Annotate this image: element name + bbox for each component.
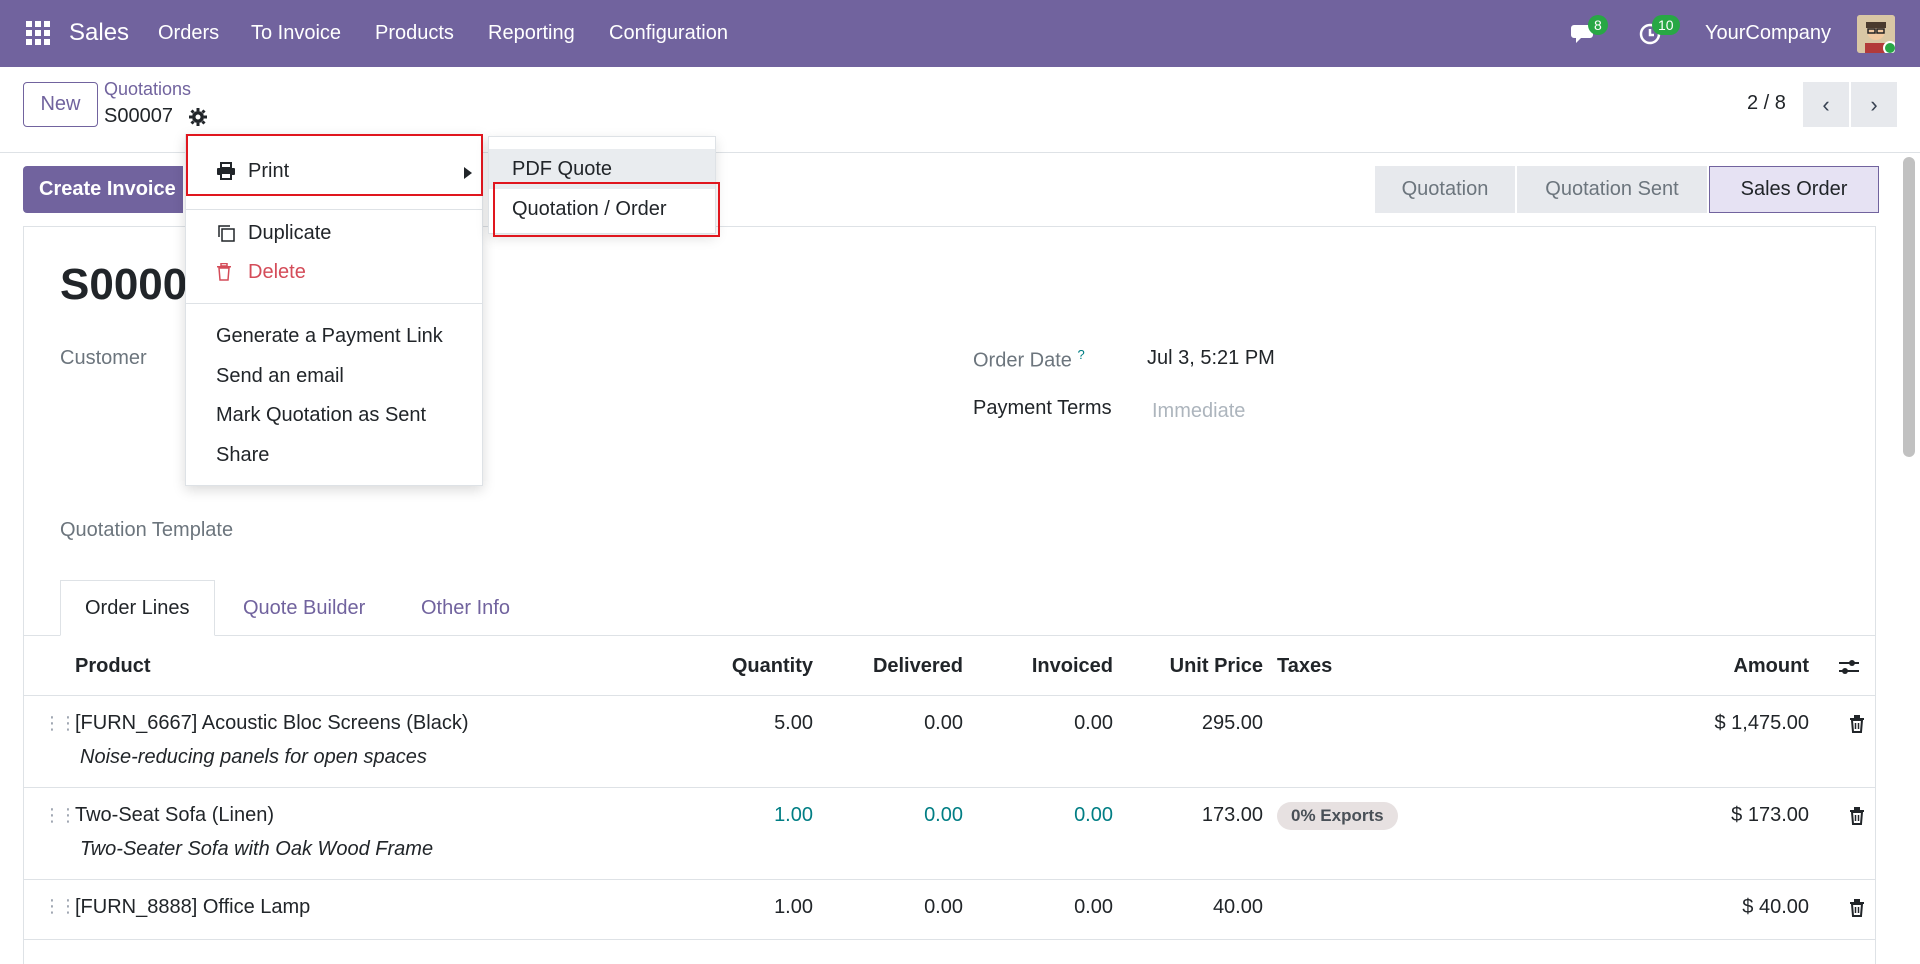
online-status-dot xyxy=(1883,41,1895,53)
tab-quote-builder[interactable]: Quote Builder xyxy=(219,580,389,636)
menu-item-send-email[interactable]: Send an email xyxy=(186,357,482,395)
copy-icon xyxy=(216,223,238,243)
customer-label: Customer xyxy=(60,347,147,369)
apps-grid-icon[interactable] xyxy=(26,21,50,45)
menu-item-duplicate-label: Duplicate xyxy=(248,221,332,244)
col-delivered[interactable]: Delivered xyxy=(843,655,963,678)
column-settings-icon[interactable] xyxy=(1837,656,1861,684)
menu-item-payment-link[interactable]: Generate a Payment Link xyxy=(186,317,482,355)
tax-badge[interactable]: 0% Exports xyxy=(1277,802,1398,830)
gear-icon[interactable] xyxy=(188,107,208,133)
create-invoice-button[interactable]: Create Invoice xyxy=(23,166,183,213)
drag-handle-icon[interactable]: ⋮⋮ xyxy=(43,713,77,734)
print-highlight-box xyxy=(186,134,483,196)
product-cell[interactable]: [FURN_6667] Acoustic Bloc Screens (Black… xyxy=(75,712,469,735)
menu-item-delete[interactable]: Delete xyxy=(186,253,482,291)
amount-cell: $ 40.00 xyxy=(1742,896,1809,918)
menu-item-mark-sent[interactable]: Mark Quotation as Sent xyxy=(186,396,482,434)
product-cell[interactable]: Two-Seat Sofa (Linen) xyxy=(75,804,274,827)
quantity-cell[interactable]: 5.00 xyxy=(713,712,813,735)
amount-cell: $ 173.00 xyxy=(1731,804,1809,826)
breadcrumb-quotations[interactable]: Quotations xyxy=(104,79,191,100)
trash-icon[interactable] xyxy=(1849,899,1865,917)
app-name[interactable]: Sales xyxy=(69,19,129,47)
menu-to-invoice[interactable]: To Invoice xyxy=(251,22,341,45)
col-amount[interactable]: Amount xyxy=(1663,655,1809,678)
help-tooltip-icon[interactable]: ? xyxy=(1078,347,1085,362)
payment-terms-label: Payment Terms xyxy=(973,397,1112,419)
pager-previous-button[interactable]: ‹ xyxy=(1803,82,1849,127)
stage-quotation-sent[interactable]: Quotation Sent xyxy=(1517,166,1707,213)
order-date-value[interactable]: Jul 3, 5:21 PM xyxy=(1147,347,1275,370)
quotation-order-highlight-box xyxy=(493,182,720,237)
quotation-template-label: Quotation Template xyxy=(60,519,234,541)
invoiced-cell[interactable]: 0.00 xyxy=(1013,804,1113,827)
menu-orders[interactable]: Orders xyxy=(158,22,219,45)
order-date-label-text: Order Date xyxy=(973,349,1072,372)
table-row[interactable]: ⋮⋮ [FURN_8888] Office Lamp 1.00 0.00 0.0… xyxy=(23,881,1876,940)
company-switcher[interactable]: YourCompany xyxy=(1705,22,1831,45)
unit-price-cell[interactable]: 173.00 xyxy=(1163,804,1263,827)
status-bar: Quotation Quotation Sent Sales Order xyxy=(1375,166,1879,213)
menu-divider xyxy=(186,303,482,304)
unit-price-cell[interactable]: 40.00 xyxy=(1163,896,1263,919)
col-product[interactable]: Product xyxy=(75,655,151,678)
menu-divider xyxy=(186,209,482,210)
table-row[interactable]: ⋮⋮ Two-Seat Sofa (Linen) Two-Seater Sofa… xyxy=(23,789,1876,880)
tab-order-lines[interactable]: Order Lines xyxy=(60,580,215,636)
chevron-left-icon: ‹ xyxy=(1822,91,1830,117)
payment-terms-field[interactable]: Immediate xyxy=(1152,400,1245,423)
tab-other-info[interactable]: Other Info xyxy=(397,580,534,636)
trash-icon[interactable] xyxy=(1849,715,1865,733)
product-description[interactable]: Two-Seater Sofa with Oak Wood Frame xyxy=(80,838,433,861)
menu-item-duplicate[interactable]: Duplicate xyxy=(186,214,482,252)
record-name: S00007 xyxy=(104,105,173,127)
menu-reporting[interactable]: Reporting xyxy=(488,22,575,45)
delivered-cell[interactable]: 0.00 xyxy=(863,804,963,827)
drag-handle-icon[interactable]: ⋮⋮ xyxy=(43,896,77,917)
menu-item-share[interactable]: Share xyxy=(186,436,482,474)
trash-icon[interactable] xyxy=(1849,807,1865,825)
col-invoiced[interactable]: Invoiced xyxy=(1013,655,1113,678)
unit-price-cell[interactable]: 295.00 xyxy=(1163,712,1263,735)
quantity-cell[interactable]: 1.00 xyxy=(713,804,813,827)
col-quantity[interactable]: Quantity xyxy=(713,655,813,678)
chevron-right-icon: › xyxy=(1870,91,1878,117)
product-description[interactable]: Noise-reducing panels for open spaces xyxy=(80,746,427,769)
pager-value[interactable]: 2 / 8 xyxy=(1747,92,1786,115)
pager-next-button[interactable]: › xyxy=(1851,82,1897,127)
col-taxes[interactable]: Taxes xyxy=(1277,655,1332,678)
delivered-cell[interactable]: 0.00 xyxy=(863,896,963,919)
amount-cell: $ 1,475.00 xyxy=(1714,712,1809,734)
order-lines-header: Product Quantity Delivered Invoiced Unit… xyxy=(23,636,1876,696)
notebook-tabs: Order Lines Quote Builder Other Info xyxy=(23,580,1876,636)
user-avatar[interactable] xyxy=(1857,15,1895,53)
order-date-label: Order Date ? xyxy=(973,347,1085,373)
new-button[interactable]: New xyxy=(23,82,98,127)
trash-icon xyxy=(216,263,238,281)
delivered-cell[interactable]: 0.00 xyxy=(863,712,963,735)
drag-handle-icon[interactable]: ⋮⋮ xyxy=(43,805,77,826)
activities-count-badge: 10 xyxy=(1652,15,1680,35)
invoiced-cell[interactable]: 0.00 xyxy=(1013,712,1113,735)
messages-count-badge: 8 xyxy=(1588,15,1608,35)
menu-products[interactable]: Products xyxy=(375,22,454,45)
table-row[interactable]: ⋮⋮ [FURN_6667] Acoustic Bloc Screens (Bl… xyxy=(23,697,1876,788)
menu-item-delete-label: Delete xyxy=(248,260,306,283)
stage-sales-order[interactable]: Sales Order xyxy=(1709,166,1879,213)
product-cell[interactable]: [FURN_8888] Office Lamp xyxy=(75,896,310,919)
stage-quotation[interactable]: Quotation xyxy=(1375,166,1515,213)
top-navbar: Sales Orders To Invoice Products Reporti… xyxy=(0,0,1920,67)
quantity-cell[interactable]: 1.00 xyxy=(713,896,813,919)
col-unit-price[interactable]: Unit Price xyxy=(1143,655,1263,678)
vertical-scrollbar[interactable] xyxy=(1903,157,1915,457)
menu-configuration[interactable]: Configuration xyxy=(609,22,728,45)
order-title: S0000 xyxy=(60,260,188,309)
invoiced-cell[interactable]: 0.00 xyxy=(1013,896,1113,919)
